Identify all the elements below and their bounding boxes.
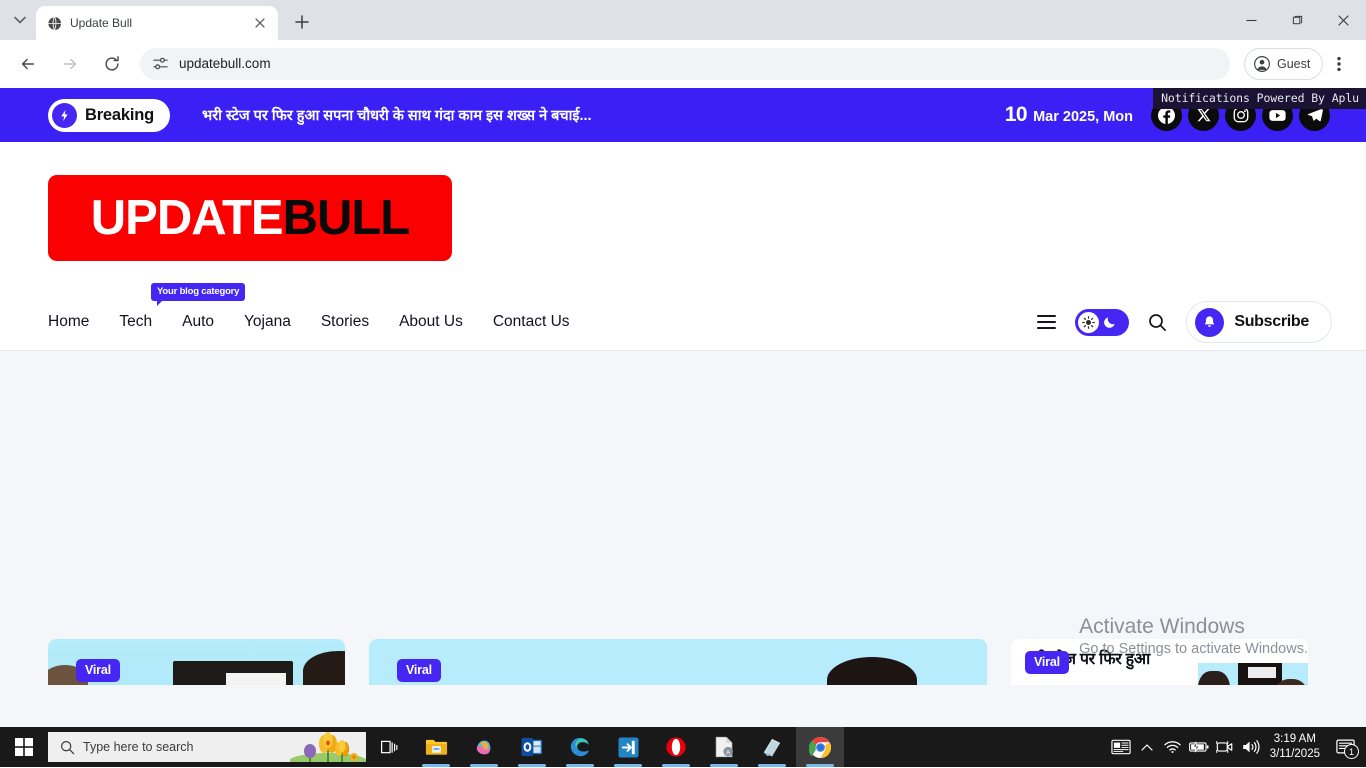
watermark-title: Activate Windows bbox=[1079, 615, 1245, 638]
search-input[interactable]: Type here to search bbox=[48, 732, 366, 762]
minimize-button[interactable] bbox=[1228, 0, 1274, 40]
clock[interactable]: 3:19 AM 3/11/2025 bbox=[1264, 732, 1328, 762]
web-page: Breaking भरी स्टेज पर फिर हुआ सपना चौधरी… bbox=[0, 88, 1366, 767]
lightning-bolt-icon bbox=[52, 102, 77, 128]
opera-icon[interactable] bbox=[652, 727, 700, 767]
card-badge: Viral bbox=[1025, 651, 1069, 674]
article-card[interactable]: Viral भरी स्टेज पर फिर हुआ bbox=[1011, 639, 1308, 685]
bell-icon bbox=[1195, 307, 1225, 337]
breaking-label: Breaking bbox=[85, 105, 155, 124]
subscribe-label: Subscribe bbox=[1234, 313, 1309, 330]
volume-icon[interactable] bbox=[1238, 727, 1264, 767]
new-tab-button[interactable] bbox=[288, 8, 316, 36]
browser-window: Update Bull updatebull.com Guest Breakin… bbox=[0, 0, 1366, 768]
reload-icon[interactable] bbox=[96, 48, 128, 80]
nav-links: Home Tech Auto Yojana Stories About Us C… bbox=[48, 283, 570, 331]
tab-search-icon[interactable] bbox=[6, 6, 34, 34]
card-thumbnail bbox=[369, 639, 987, 685]
system-tray: 3:19 AM 3/11/2025 1 bbox=[1108, 727, 1366, 767]
search-icon[interactable] bbox=[1148, 313, 1167, 332]
three-dot-icon[interactable] bbox=[1325, 48, 1353, 80]
file-explorer-icon[interactable] bbox=[412, 727, 460, 767]
notification-count-badge: 1 bbox=[1344, 744, 1359, 759]
outlook-icon[interactable] bbox=[508, 727, 556, 767]
profile-chip[interactable]: Guest bbox=[1244, 47, 1324, 80]
breaking-news-bar: Breaking भरी स्टेज पर फिर हुआ सपना चौधरी… bbox=[0, 88, 1366, 142]
chevron-up-icon[interactable] bbox=[1134, 727, 1160, 767]
maximize-button[interactable] bbox=[1274, 0, 1320, 40]
site-logo[interactable]: UPDATEBULL bbox=[48, 175, 452, 261]
search-icon bbox=[60, 740, 75, 755]
browser-tab[interactable]: Update Bull bbox=[36, 6, 278, 40]
copilot-icon[interactable] bbox=[460, 727, 508, 767]
nav-item-home[interactable]: Home bbox=[48, 313, 89, 331]
notification-center-icon[interactable]: 1 bbox=[1328, 727, 1362, 767]
pdf-icon[interactable]: A bbox=[700, 727, 748, 767]
app-blue-icon[interactable] bbox=[604, 727, 652, 767]
article-card[interactable]: Viral bbox=[369, 639, 987, 685]
tab-strip: Update Bull bbox=[0, 0, 1366, 40]
camera-icon[interactable] bbox=[1212, 727, 1238, 767]
svg-text:A: A bbox=[726, 749, 731, 756]
tune-icon[interactable] bbox=[152, 55, 169, 72]
main-content: Activate Windows Go to Settings to activ… bbox=[0, 351, 1366, 685]
date-display: 10 Mar 2025, Mon bbox=[1005, 103, 1133, 127]
forward-icon[interactable] bbox=[54, 48, 86, 80]
nav-item-stories[interactable]: Stories bbox=[321, 313, 369, 331]
wifi-icon[interactable] bbox=[1160, 727, 1186, 767]
nav-tooltip: Your blog category bbox=[151, 283, 246, 306]
windows-icon[interactable] bbox=[0, 727, 48, 767]
browser-toolbar: updatebull.com Guest bbox=[0, 40, 1366, 88]
back-icon[interactable] bbox=[12, 48, 44, 80]
dark-mode-toggle[interactable] bbox=[1075, 308, 1130, 336]
profile-label: Guest bbox=[1277, 56, 1311, 71]
taskbar-apps: A bbox=[412, 727, 844, 767]
breaking-badge: Breaking bbox=[48, 98, 171, 132]
nav-item-auto[interactable]: Auto bbox=[182, 313, 214, 331]
nav-item-tech[interactable]: Tech bbox=[119, 313, 152, 331]
avatar bbox=[1253, 55, 1271, 73]
sticky-notes-icon[interactable] bbox=[748, 727, 796, 767]
notification-overlay: Notifications Powered By Aplu bbox=[1153, 88, 1366, 109]
date-rest: Mar 2025, Mon bbox=[1033, 109, 1133, 125]
card-badge: Viral bbox=[76, 659, 120, 682]
windows-taskbar: Type here to search A 3:19 AM 3/11/2025 … bbox=[0, 727, 1366, 767]
breaking-headline[interactable]: भरी स्टेज पर फिर हुआ सपना चौधरी के साथ ग… bbox=[202, 105, 1005, 125]
menu-icon[interactable] bbox=[1037, 315, 1057, 329]
nav-right-controls: Subscribe bbox=[1037, 301, 1332, 343]
search-placeholder: Type here to search bbox=[83, 740, 194, 754]
logo-text-part1: UPDATE bbox=[90, 190, 284, 245]
clock-date: 3/11/2025 bbox=[1269, 748, 1320, 760]
card-badge: Viral bbox=[397, 659, 441, 682]
logo-area: UPDATEBULL bbox=[0, 142, 1366, 294]
tab-title: Update Bull bbox=[70, 16, 133, 30]
nav-item-yojana[interactable]: Yojana bbox=[244, 313, 291, 331]
date-day: 10 bbox=[1004, 103, 1028, 126]
close-window-button[interactable] bbox=[1320, 0, 1366, 40]
flowers-decoration bbox=[288, 732, 366, 762]
close-icon[interactable] bbox=[252, 15, 268, 31]
news-icon[interactable] bbox=[1108, 727, 1134, 767]
nav-item-contact-us[interactable]: Contact Us bbox=[493, 313, 570, 331]
site-navbar: Home Tech Auto Yojana Stories About Us C… bbox=[0, 283, 1366, 351]
nav-item-about-us[interactable]: About Us bbox=[399, 313, 463, 331]
battery-icon[interactable] bbox=[1186, 727, 1212, 767]
url-text: updatebull.com bbox=[179, 56, 271, 71]
subscribe-button[interactable]: Subscribe bbox=[1186, 301, 1332, 343]
edge-icon[interactable] bbox=[556, 727, 604, 767]
address-bar[interactable]: updatebull.com bbox=[140, 47, 1230, 80]
clock-time: 3:19 AM bbox=[1273, 733, 1316, 745]
sun-icon bbox=[1078, 311, 1100, 333]
globe-icon bbox=[46, 15, 62, 31]
chrome-icon[interactable] bbox=[796, 727, 844, 767]
card-thumbnail bbox=[1198, 663, 1308, 685]
window-controls bbox=[1228, 0, 1366, 40]
article-card[interactable]: Viral bbox=[48, 639, 345, 685]
task-view-icon[interactable] bbox=[366, 727, 412, 767]
moon-icon bbox=[1103, 315, 1117, 329]
article-card-grid: Viral Viral Viral भरी स्टेज पर फिर हुआ bbox=[48, 639, 1318, 685]
logo-text-part2: BULL bbox=[282, 190, 411, 245]
